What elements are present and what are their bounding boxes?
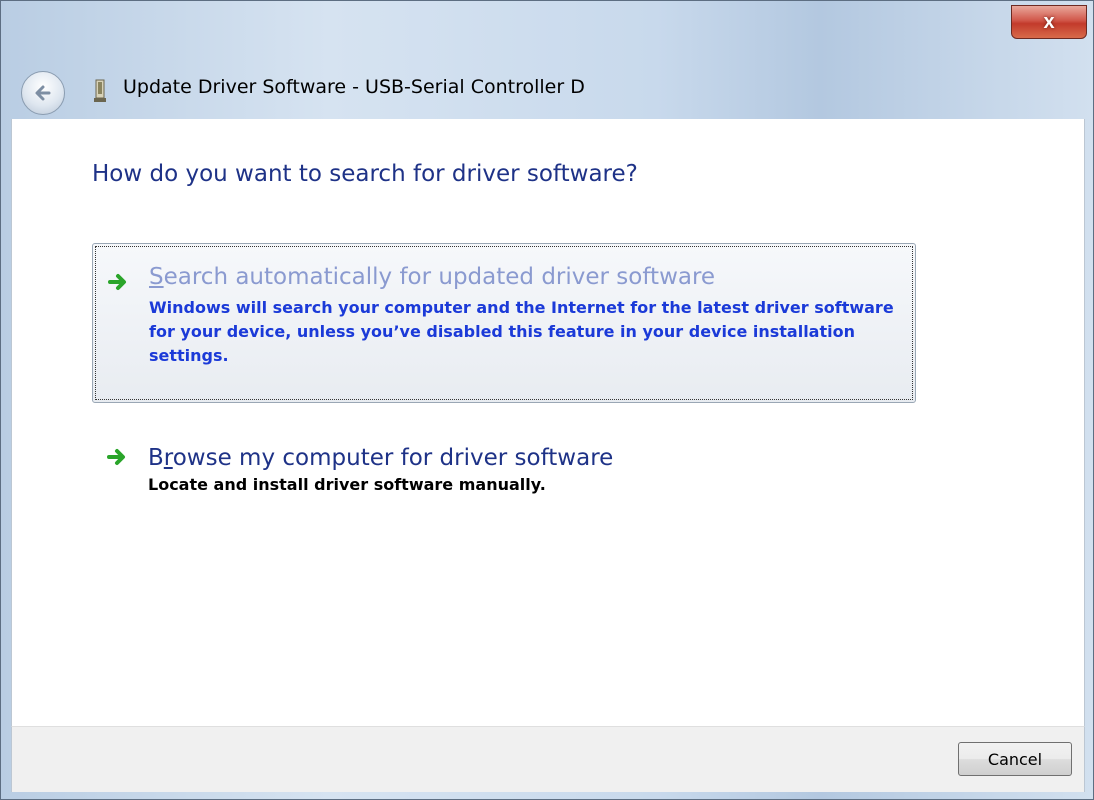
green-arrow-icon xyxy=(107,449,125,465)
title-bar[interactable]: x Update Driver Software - USB-Serial Co… xyxy=(1,1,1093,119)
usb-device-icon xyxy=(94,79,106,102)
option-title-text: earch automatically for updated driver s… xyxy=(163,264,716,290)
back-button[interactable] xyxy=(21,71,65,115)
window-title: Update Driver Software - USB-Serial Cont… xyxy=(123,76,585,98)
dialog-window: x Update Driver Software - USB-Serial Co… xyxy=(0,0,1094,800)
option-title: Browse my computer for driver software xyxy=(148,445,896,471)
option-description: Locate and install driver software manua… xyxy=(148,475,546,494)
option-title-text: owse my computer for driver software xyxy=(172,445,614,471)
close-icon: x xyxy=(1043,10,1055,33)
browse-computer-option[interactable]: Browse my computer for driver software L… xyxy=(92,439,916,519)
option-title: Search automatically for updated driver … xyxy=(149,264,895,290)
option-description: Windows will search your computer and th… xyxy=(149,298,894,365)
access-key: r xyxy=(163,445,173,471)
cancel-button[interactable]: Cancel xyxy=(958,742,1072,776)
search-automatically-option[interactable]: Search automatically for updated driver … xyxy=(92,243,916,403)
close-button[interactable]: x xyxy=(1011,5,1087,39)
access-key: S xyxy=(149,264,164,290)
back-arrow-icon xyxy=(35,85,51,101)
page-heading: How do you want to search for driver sof… xyxy=(92,161,638,187)
option-title-prefix: B xyxy=(148,445,164,471)
content-area: How do you want to search for driver sof… xyxy=(11,119,1085,726)
footer-bar: Cancel xyxy=(11,726,1085,792)
green-arrow-icon xyxy=(108,274,126,290)
